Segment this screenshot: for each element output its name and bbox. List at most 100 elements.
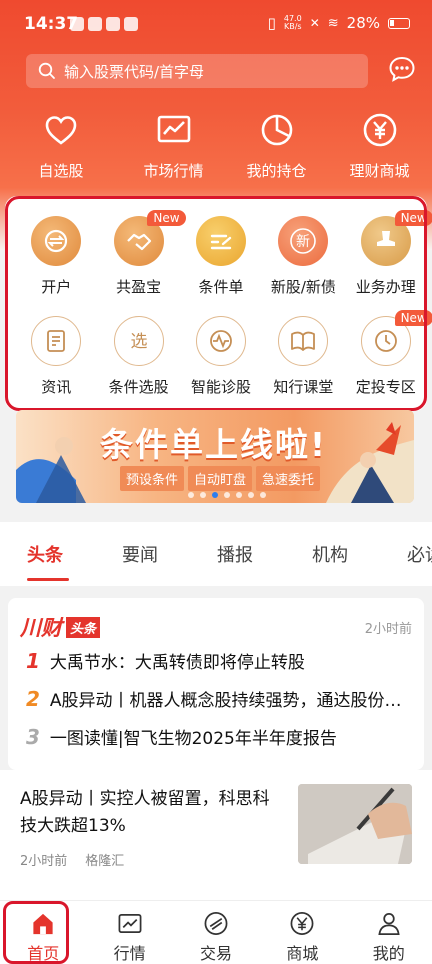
tab-broadcast[interactable]: 播报 bbox=[217, 541, 285, 567]
mall-icon bbox=[290, 912, 314, 935]
carousel-dot[interactable] bbox=[236, 492, 242, 498]
pen-hand-image bbox=[298, 784, 412, 864]
news-item[interactable]: 2 A股异动丨机器人概念股持续强势，通达股份涨超10% bbox=[26, 686, 416, 712]
feature-label: 开户 bbox=[41, 278, 72, 296]
tab-headlines[interactable]: 头条 bbox=[27, 541, 95, 581]
wifi-icon: ≋ bbox=[327, 15, 339, 31]
quick-watchlist[interactable]: 自选股 bbox=[0, 112, 122, 181]
feature-label: 条件单 bbox=[198, 278, 244, 296]
status-right: ▯ 47.0 KB/s ✕ ≋ 28% bbox=[268, 14, 410, 32]
banner-tag: 急速委托 bbox=[256, 466, 321, 491]
search-bar[interactable]: 输入股票代码/首字母 bbox=[26, 54, 368, 88]
feature-stock-screener[interactable]: 选 条件选股 bbox=[97, 316, 179, 397]
feature-row-1: 开户 New 共盈宝 条件单 新 新股/新债 New 业务办理 bbox=[15, 210, 432, 297]
search-placeholder: 输入股票代码/首字母 bbox=[64, 62, 205, 81]
condition-icon bbox=[195, 216, 246, 266]
carousel-dot[interactable] bbox=[188, 492, 194, 498]
banner-tag: 自动盯盘 bbox=[188, 466, 253, 491]
carousel-dot[interactable] bbox=[200, 492, 206, 498]
feature-new-stock[interactable]: 新 新股/新债 bbox=[262, 216, 344, 297]
brand-tag: 头条 bbox=[66, 616, 101, 638]
nav-market[interactable]: 行情 bbox=[86, 901, 172, 964]
vibrate-icon: ▯ bbox=[267, 14, 276, 32]
feature-label: 定投专区 bbox=[355, 378, 416, 396]
feature-fixed-investment[interactable]: New 定投专区 bbox=[345, 310, 432, 397]
feature-label: 智能诊股 bbox=[190, 378, 251, 396]
notification-icon bbox=[106, 17, 120, 31]
quick-mall[interactable]: 理财商城 bbox=[328, 112, 431, 181]
heart-icon bbox=[45, 116, 77, 145]
feature-gongyingbao[interactable]: New 共盈宝 bbox=[97, 210, 186, 297]
news-title: 大禹节水：大禹转债即将停止转股 bbox=[49, 653, 305, 673]
svg-text:选: 选 bbox=[130, 332, 147, 352]
banner-tags: 预设条件 自动盯盘 急速委托 bbox=[120, 466, 321, 491]
feature-label: 资讯 bbox=[41, 378, 72, 396]
article-time: 2小时前 bbox=[20, 854, 68, 869]
carousel-dot[interactable] bbox=[224, 492, 230, 498]
feature-business[interactable]: New 业务办理 bbox=[345, 210, 432, 297]
quick-holdings[interactable]: 我的持仓 bbox=[225, 112, 328, 181]
nav-profile[interactable]: 我的 bbox=[346, 901, 432, 964]
feature-label: 业务办理 bbox=[355, 278, 416, 296]
feature-classroom[interactable]: 知行课堂 bbox=[262, 316, 344, 397]
tab-institution[interactable]: 机构 bbox=[312, 541, 380, 567]
notification-icon bbox=[124, 17, 138, 31]
tab-important[interactable]: 要闻 bbox=[122, 541, 190, 567]
article-title: A股异动丨实控人被留置，科思科技大跌超13% bbox=[20, 789, 270, 836]
news-rank: 3 bbox=[26, 724, 40, 749]
nav-label: 商城 bbox=[286, 944, 319, 963]
quick-label: 理财商城 bbox=[349, 162, 410, 180]
message-icon[interactable] bbox=[388, 55, 416, 83]
news-item[interactable]: 1 大禹节水：大禹转债即将停止转股 bbox=[26, 648, 416, 674]
article-thumbnail bbox=[298, 784, 412, 864]
nav-mall[interactable]: 商城 bbox=[259, 901, 345, 964]
nav-trade[interactable]: 交易 bbox=[173, 901, 259, 964]
trade-icon bbox=[204, 912, 228, 935]
promo-banner[interactable]: 条件单上线啦! 预设条件 自动盯盘 急速委托 bbox=[16, 410, 414, 503]
news-rank: 1 bbox=[26, 648, 40, 673]
news-time: 2小时前 bbox=[364, 622, 412, 637]
quick-entry-row: 自选股 市场行情 我的持仓 理财商城 bbox=[0, 112, 432, 181]
diagnose-icon bbox=[195, 316, 246, 366]
headline-card[interactable]: 川财 头条 2小时前 1 大禹节水：大禹转债即将停止转股 2 A股异动丨机器人概… bbox=[8, 598, 424, 770]
feature-open-account[interactable]: 开户 bbox=[15, 216, 97, 297]
chart-icon bbox=[157, 115, 190, 143]
status-bar: 14:37 ▯ 47.0 KB/s ✕ ≋ 28% bbox=[0, 0, 432, 50]
feature-diagnosis[interactable]: 智能诊股 bbox=[180, 316, 262, 397]
network-speed: 47.0 KB/s bbox=[283, 14, 302, 31]
quick-label: 自选股 bbox=[38, 162, 84, 180]
news-tabs: 头条 要闻 播报 机构 必读 bbox=[0, 522, 432, 586]
carousel-dot[interactable] bbox=[260, 492, 266, 498]
article-item[interactable]: A股异动丨实控人被留置，科思科技大跌超13% 2小时前 格隆汇 bbox=[0, 770, 432, 888]
new-stock-icon: 新 bbox=[278, 216, 329, 266]
feature-news[interactable]: 资讯 bbox=[15, 316, 97, 397]
quick-label: 市场行情 bbox=[143, 162, 204, 180]
nav-home[interactable]: 首页 bbox=[0, 901, 86, 964]
feature-row-2: 资讯 选 条件选股 智能诊股 知行课堂 New 定投专区 bbox=[15, 310, 432, 397]
news-rank: 2 bbox=[26, 686, 40, 711]
notification-icon bbox=[70, 17, 84, 31]
banner-tag: 预设条件 bbox=[120, 466, 185, 491]
select-icon: 选 bbox=[113, 316, 164, 366]
nav-label: 交易 bbox=[199, 944, 232, 963]
app-screen: 14:37 ▯ 47.0 KB/s ✕ ≋ 28% 输入股票代码/首字母 自选股… bbox=[0, 0, 432, 964]
bottom-nav: 首页 行情 交易 商城 我的 bbox=[0, 900, 432, 964]
notification-icon bbox=[88, 17, 102, 31]
open-account-icon bbox=[31, 216, 82, 266]
notification-icons bbox=[70, 17, 138, 31]
quick-market[interactable]: 市场行情 bbox=[122, 112, 225, 181]
news-item[interactable]: 3 一图读懂|智飞生物2025年半年度报告 bbox=[26, 724, 416, 750]
battery-icon bbox=[388, 17, 410, 29]
nfc-icon: ✕ bbox=[309, 16, 320, 30]
tab-must-read[interactable]: 必读 bbox=[407, 541, 432, 567]
market-icon bbox=[118, 913, 142, 934]
carousel-dot-active[interactable] bbox=[212, 492, 218, 498]
feature-condition-order[interactable]: 条件单 bbox=[180, 216, 262, 297]
article-meta: 2小时前 格隆汇 bbox=[20, 850, 124, 869]
carousel-dot[interactable] bbox=[248, 492, 254, 498]
news-title: 一图读懂|智飞生物2025年半年度报告 bbox=[49, 729, 337, 749]
news-title: A股异动丨机器人概念股持续强势，通达股份涨超10% bbox=[49, 691, 416, 711]
banner-title: 条件单上线啦! bbox=[100, 425, 328, 464]
nav-label: 我的 bbox=[372, 944, 405, 963]
battery-percent: 28% bbox=[346, 14, 380, 32]
